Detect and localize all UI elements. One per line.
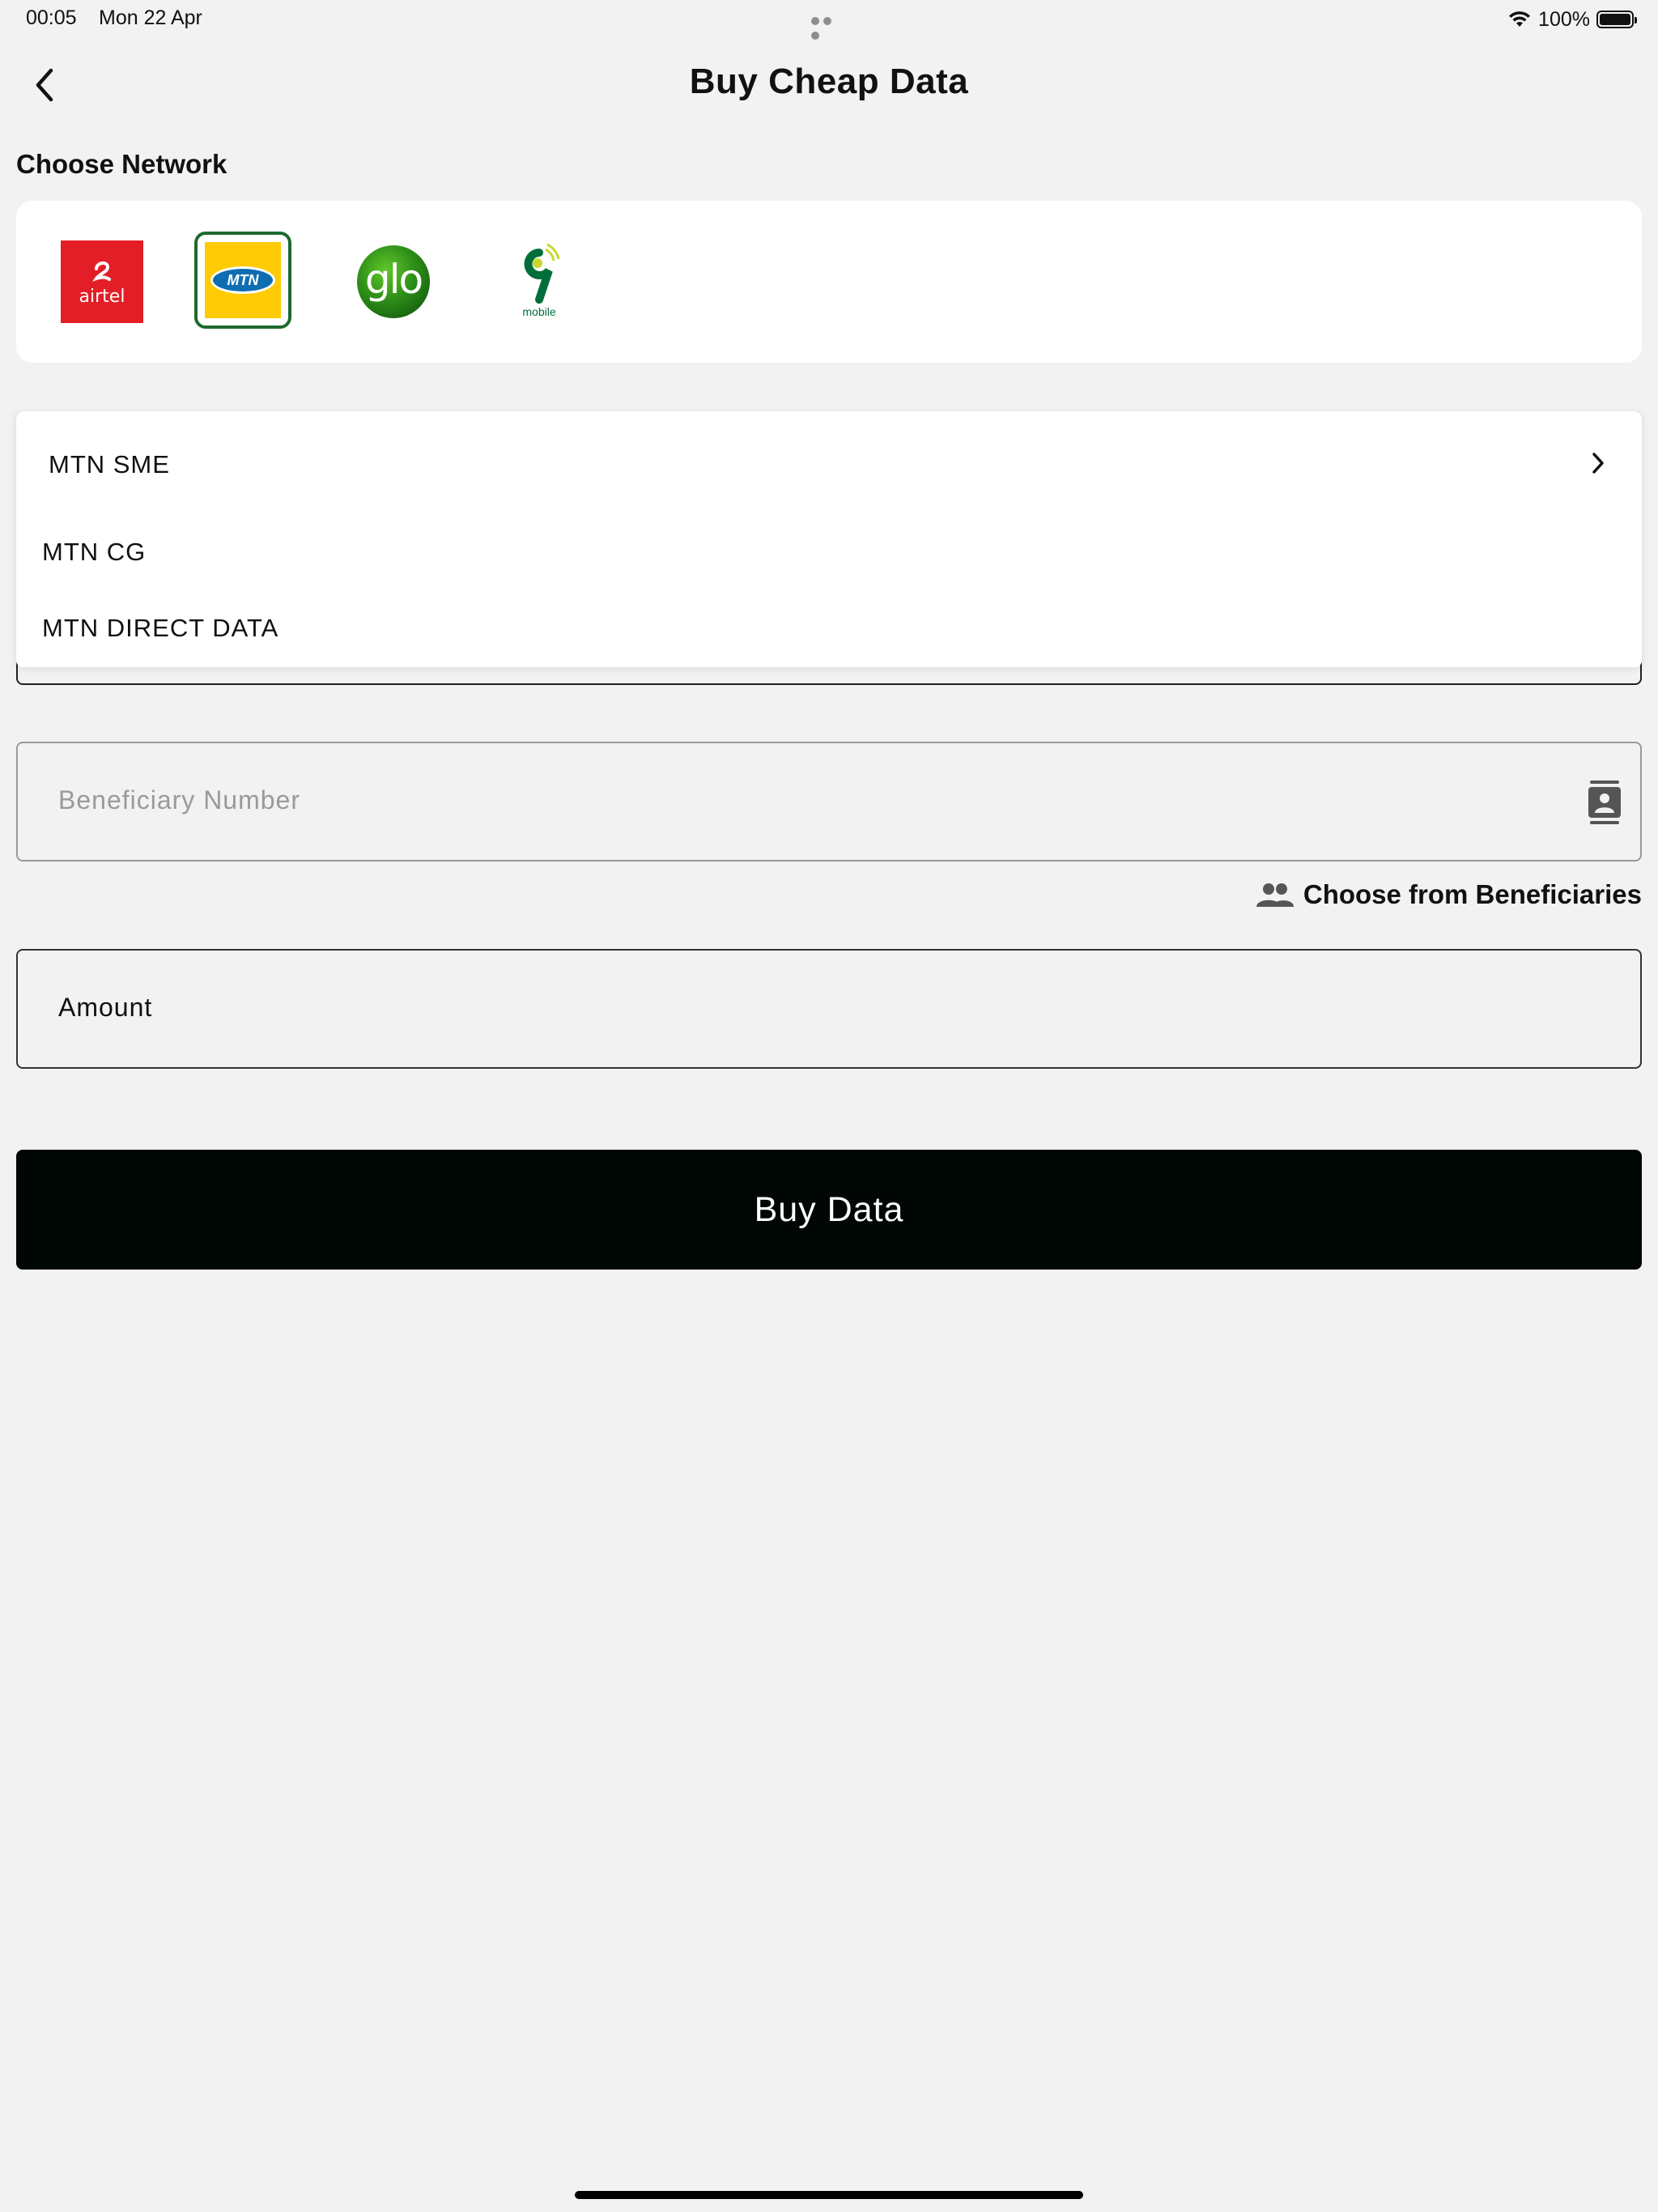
multitasking-dots-icon[interactable] (811, 15, 847, 40)
choose-from-beneficiaries-label: Choose from Beneficiaries (1303, 879, 1642, 909)
status-time: 00:05 (26, 6, 77, 29)
status-indicators: 100% (1507, 5, 1637, 34)
battery-icon (1596, 11, 1637, 28)
beneficiary-number-field[interactable]: Beneficiary Number (16, 742, 1642, 861)
network-selector: airtel MTN glo mobile (16, 201, 1642, 363)
mtn-logo-text: MTN (227, 271, 259, 288)
contacts-icon[interactable] (1587, 781, 1622, 824)
amount-field[interactable]: Amount (16, 949, 1642, 1069)
glo-logo-text: glo (364, 256, 423, 303)
airtel-logo: airtel (61, 240, 143, 323)
mtn-logo: MTN (205, 242, 281, 318)
network-option-airtel[interactable]: airtel (53, 233, 151, 330)
home-indicator[interactable] (575, 2191, 1083, 2199)
status-bar: 00:05 Mon 22 Apr 100% (0, 0, 1658, 40)
network-option-glo[interactable]: glo (345, 233, 442, 330)
people-icon (1256, 883, 1294, 907)
battery-percent: 100% (1538, 7, 1590, 31)
dropdown-item-mtn-cg[interactable]: MTN CG (42, 538, 146, 567)
page-title: Buy Cheap Data (689, 62, 969, 101)
choose-network-label: Choose Network (16, 149, 227, 179)
network-option-mtn[interactable]: MTN (194, 232, 291, 329)
wifi-icon (1509, 11, 1531, 27)
choose-from-beneficiaries-link[interactable]: Choose from Beneficiaries (1256, 879, 1642, 910)
chevron-right-icon[interactable] (1582, 447, 1614, 479)
airtel-logo-text: airtel (79, 286, 125, 307)
dropdown-item-mtn-direct-data[interactable]: MTN DIRECT DATA (42, 614, 278, 643)
amount-label: Amount (58, 993, 153, 1022)
dropdown-item-mtn-sme[interactable]: MTN SME (49, 450, 170, 479)
network-option-9mobile[interactable]: mobile (491, 233, 588, 330)
9mobile-logo: mobile (522, 243, 560, 318)
airtel-swirl-icon (92, 261, 111, 282)
9mobile-logo-text: mobile (522, 305, 555, 318)
data-plan-dropdown-menu: MTN SME MTN CG MTN DIRECT DATA (16, 411, 1642, 667)
glo-logo: glo (357, 245, 430, 318)
buy-data-button[interactable]: Buy Data (16, 1150, 1642, 1270)
beneficiary-number-placeholder: Beneficiary Number (58, 785, 300, 815)
status-date: Mon 22 Apr (99, 6, 202, 29)
